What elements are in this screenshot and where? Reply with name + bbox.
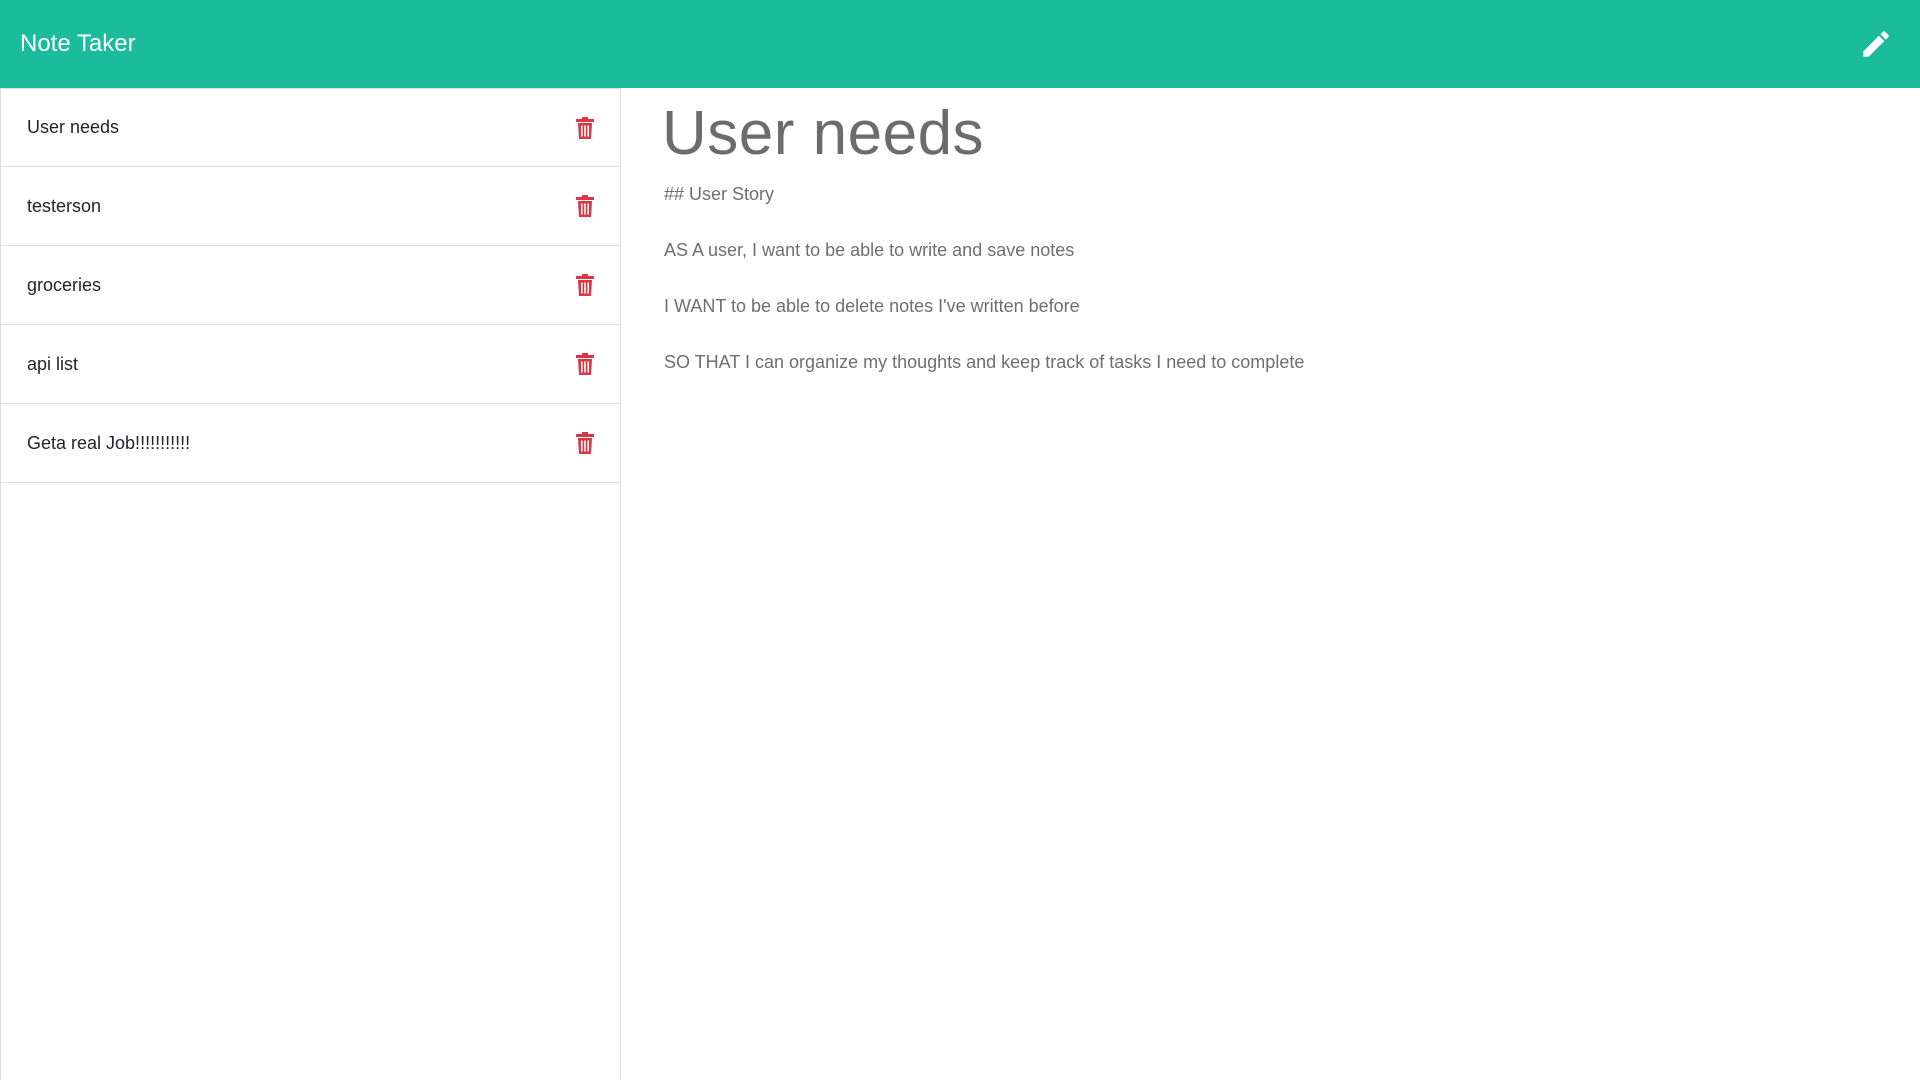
list-item[interactable]: api list	[1, 325, 620, 404]
note-title: groceries	[27, 274, 102, 295]
note-title: testerson	[27, 195, 102, 216]
list-item[interactable]: testerson	[1, 167, 620, 246]
note-title-heading[interactable]: User needs	[662, 98, 1880, 169]
trash-icon	[576, 195, 594, 217]
list-item[interactable]: Geta real Job!!!!!!!!!!!	[1, 404, 620, 483]
note-list: User needs testerson groceries api list …	[1, 88, 620, 483]
navbar: Note Taker	[0, 0, 1920, 88]
delete-note-button[interactable]	[574, 351, 596, 377]
note-title: api list	[27, 353, 79, 374]
app-title[interactable]: Note Taker	[20, 30, 136, 58]
notes-sidebar: User needs testerson groceries api list …	[0, 88, 621, 1080]
trash-icon	[576, 432, 594, 454]
delete-note-button[interactable]	[574, 272, 596, 298]
note-view: User needs ## User Story AS A user, I wa…	[622, 88, 1920, 1080]
trash-icon	[576, 274, 594, 296]
trash-icon	[576, 353, 594, 375]
note-text-area[interactable]: ## User Story AS A user, I want to be ab…	[662, 183, 1880, 373]
note-title: User needs	[27, 117, 120, 137]
delete-note-button[interactable]	[574, 115, 596, 141]
note-line: I WANT to be able to delete notes I've w…	[664, 296, 1080, 317]
list-item[interactable]: groceries	[1, 246, 620, 325]
delete-note-button[interactable]	[574, 430, 596, 456]
note-line: ## User Story	[664, 184, 775, 205]
note-line: SO THAT I can organize my thoughts and k…	[664, 352, 1305, 373]
delete-note-button[interactable]	[574, 193, 596, 219]
new-note-button[interactable]	[1852, 20, 1900, 68]
pencil-icon	[1863, 31, 1889, 57]
list-item[interactable]: User needs	[1, 88, 620, 167]
note-line: AS A user, I want to be able to write an…	[664, 240, 1075, 261]
trash-icon	[576, 116, 594, 139]
note-title: Geta real Job!!!!!!!!!!!	[27, 432, 191, 453]
